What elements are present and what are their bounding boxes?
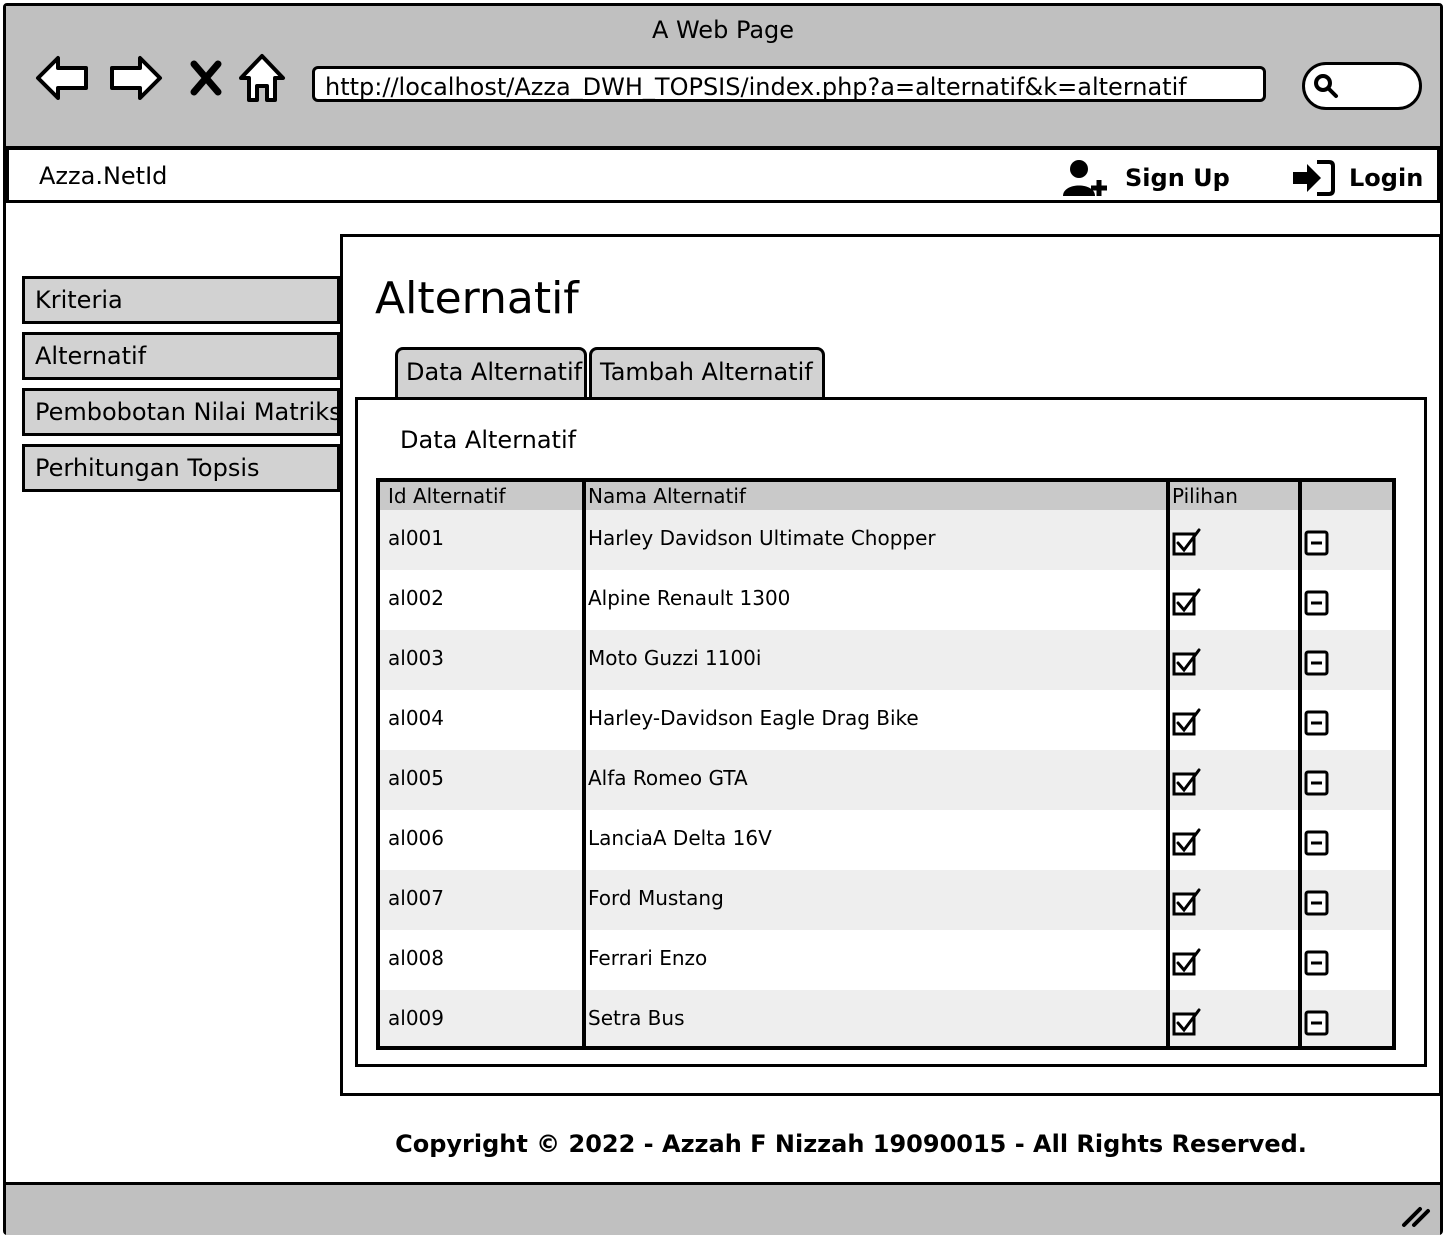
cell-id: al005 bbox=[388, 766, 444, 790]
search-input[interactable] bbox=[1302, 62, 1422, 110]
forward-arrow-icon[interactable] bbox=[108, 50, 164, 106]
checkbox-checked-icon[interactable] bbox=[1172, 948, 1202, 981]
column-divider bbox=[582, 482, 586, 1046]
cell-id: al002 bbox=[388, 586, 444, 610]
cell-id: al006 bbox=[388, 826, 444, 850]
minus-box-icon[interactable] bbox=[1304, 770, 1330, 801]
alternatif-table: Id Alternatif Nama Alternatif Pilihan al… bbox=[376, 478, 1396, 1050]
brand-link[interactable]: Azza.NetId bbox=[39, 162, 167, 190]
url-input[interactable]: http://localhost/Azza_DWH_TOPSIS/index.p… bbox=[312, 66, 1266, 102]
cell-nama: Alfa Romeo GTA bbox=[588, 766, 748, 790]
checkbox-checked-icon[interactable] bbox=[1172, 528, 1202, 561]
add-user-icon bbox=[1063, 160, 1107, 196]
checkbox-checked-icon[interactable] bbox=[1172, 708, 1202, 741]
cell-id: al003 bbox=[388, 646, 444, 670]
checkbox-checked-icon[interactable] bbox=[1172, 768, 1202, 801]
minus-box-icon[interactable] bbox=[1304, 950, 1330, 981]
home-icon[interactable] bbox=[234, 50, 290, 106]
cell-id: al009 bbox=[388, 1006, 444, 1030]
header-id: Id Alternatif bbox=[388, 484, 506, 508]
close-icon[interactable] bbox=[178, 50, 234, 106]
back-arrow-icon[interactable] bbox=[34, 50, 90, 106]
cell-nama: Ford Mustang bbox=[588, 886, 724, 910]
minus-box-icon[interactable] bbox=[1304, 530, 1330, 561]
browser-titlebar: A Web Page http://localhost/Azza_DWH_TOP… bbox=[6, 6, 1440, 149]
sidebar-item-kriteria[interactable]: Kriteria bbox=[22, 276, 340, 324]
header-pilihan: Pilihan bbox=[1172, 484, 1238, 508]
footer-copyright: Copyright © 2022 - Azzah F Nizzah 190900… bbox=[395, 1130, 1307, 1158]
table-row: al004 Harley-Davidson Eagle Drag Bike bbox=[380, 690, 1392, 750]
minus-box-icon[interactable] bbox=[1304, 830, 1330, 861]
cell-nama: Setra Bus bbox=[588, 1006, 685, 1030]
header-nama: Nama Alternatif bbox=[588, 484, 746, 508]
table-row: al001 Harley Davidson Ultimate Chopper bbox=[380, 510, 1392, 570]
top-navbar: Azza.NetId Sign Up Login bbox=[6, 147, 1440, 203]
cell-nama: Harley Davidson Ultimate Chopper bbox=[588, 526, 936, 550]
table-row: al007 Ford Mustang bbox=[380, 870, 1392, 930]
cell-nama: Alpine Renault 1300 bbox=[588, 586, 791, 610]
minus-box-icon[interactable] bbox=[1304, 590, 1330, 621]
signup-label: Sign Up bbox=[1125, 164, 1230, 192]
data-panel: Data Alternatif Id Alternatif Nama Alter… bbox=[355, 397, 1427, 1067]
panel-title: Data Alternatif bbox=[400, 426, 577, 454]
table-row: al005 Alfa Romeo GTA bbox=[380, 750, 1392, 810]
minus-box-icon[interactable] bbox=[1304, 650, 1330, 681]
checkbox-checked-icon[interactable] bbox=[1172, 588, 1202, 621]
table-row: al009 Setra Bus bbox=[380, 990, 1392, 1046]
table-header: Id Alternatif Nama Alternatif Pilihan bbox=[380, 482, 1392, 510]
signup-button[interactable]: Sign Up bbox=[1061, 156, 1230, 200]
resize-grip-icon[interactable] bbox=[1400, 1201, 1432, 1229]
login-button[interactable]: Login bbox=[1291, 156, 1423, 200]
column-divider bbox=[1298, 482, 1302, 1046]
page-title: Alternatif bbox=[375, 273, 579, 324]
cell-nama: Moto Guzzi 1100i bbox=[588, 646, 762, 670]
checkbox-checked-icon[interactable] bbox=[1172, 828, 1202, 861]
cell-nama: Harley-Davidson Eagle Drag Bike bbox=[588, 706, 919, 730]
browser-statusbar bbox=[6, 1182, 1440, 1235]
login-icon bbox=[1293, 160, 1335, 196]
sidebar-item-perhitungan-topsis[interactable]: Perhitungan Topsis bbox=[22, 444, 340, 492]
search-icon bbox=[1314, 74, 1338, 98]
column-divider bbox=[1166, 482, 1170, 1046]
cell-id: al008 bbox=[388, 946, 444, 970]
cell-nama: Ferrari Enzo bbox=[588, 946, 708, 970]
table-row: al003 Moto Guzzi 1100i bbox=[380, 630, 1392, 690]
sidebar-item-pembobotan[interactable]: Pembobotan Nilai Matriks bbox=[22, 388, 342, 436]
checkbox-checked-icon[interactable] bbox=[1172, 888, 1202, 921]
cell-id: al001 bbox=[388, 526, 444, 550]
window-title: A Web Page bbox=[651, 16, 795, 44]
minus-box-icon[interactable] bbox=[1304, 1010, 1330, 1041]
cell-nama: LanciaA Delta 16V bbox=[588, 826, 772, 850]
checkbox-checked-icon[interactable] bbox=[1172, 648, 1202, 681]
tab-data-alternatif[interactable]: Data Alternatif bbox=[395, 347, 587, 397]
login-label: Login bbox=[1349, 164, 1424, 192]
table-row: al008 Ferrari Enzo bbox=[380, 930, 1392, 990]
sidebar-item-alternatif[interactable]: Alternatif bbox=[22, 332, 340, 380]
minus-box-icon[interactable] bbox=[1304, 890, 1330, 921]
table-row: al006 LanciaA Delta 16V bbox=[380, 810, 1392, 870]
browser-window: A Web Page http://localhost/Azza_DWH_TOP… bbox=[3, 3, 1443, 1235]
table-row: al002 Alpine Renault 1300 bbox=[380, 570, 1392, 630]
tab-tambah-alternatif[interactable]: Tambah Alternatif bbox=[589, 347, 825, 397]
cell-id: al007 bbox=[388, 886, 444, 910]
cell-id: al004 bbox=[388, 706, 444, 730]
minus-box-icon[interactable] bbox=[1304, 710, 1330, 741]
main-content: Alternatif Data Alternatif Tambah Altern… bbox=[340, 234, 1442, 1096]
checkbox-checked-icon[interactable] bbox=[1172, 1008, 1202, 1041]
